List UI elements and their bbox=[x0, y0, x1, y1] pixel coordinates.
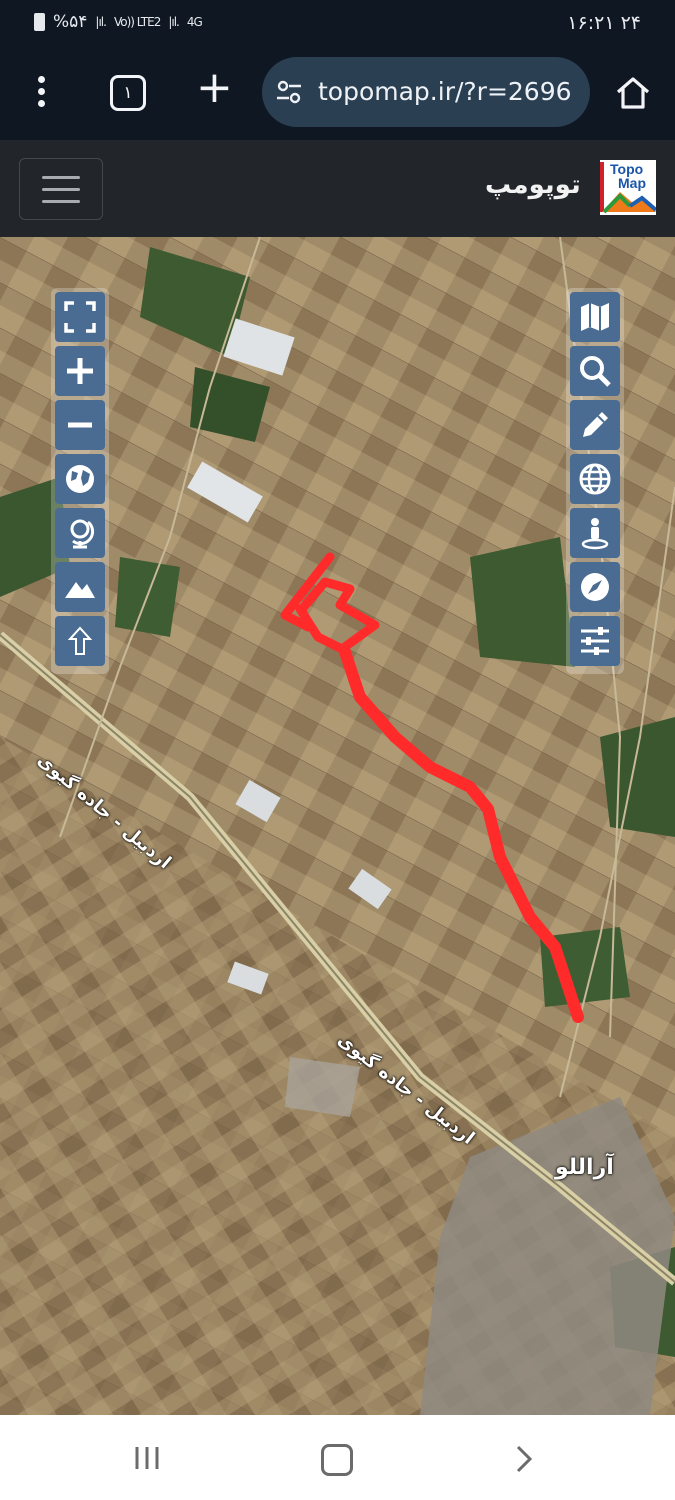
back-icon[interactable] bbox=[508, 1444, 538, 1474]
status-time: ۲۴ ۱۶:۲۱ bbox=[567, 12, 641, 34]
search-icon bbox=[580, 356, 611, 387]
fullscreen-icon bbox=[64, 301, 96, 333]
web-globe-icon bbox=[579, 463, 611, 495]
fullscreen-button[interactable] bbox=[55, 292, 105, 342]
village-label: آراللو bbox=[555, 1155, 614, 1180]
new-tab-button[interactable]: + bbox=[196, 66, 233, 110]
svg-text:Map: Map bbox=[618, 175, 646, 191]
compass-icon bbox=[581, 573, 609, 601]
arrow-up-button[interactable] bbox=[55, 616, 105, 666]
home-button-icon[interactable] bbox=[321, 1444, 353, 1476]
network-type: 4G bbox=[186, 15, 203, 29]
terrain-icon bbox=[65, 582, 95, 598]
satellite-map[interactable]: اردبیل - جاده گیوی اردبیل - جاده گیوی آر… bbox=[0, 237, 675, 1415]
map-icon bbox=[581, 303, 609, 331]
sliders-icon bbox=[581, 627, 609, 655]
more-icon[interactable] bbox=[38, 76, 48, 110]
search-button[interactable] bbox=[570, 346, 620, 396]
globe-icon bbox=[66, 465, 94, 493]
hamburger-menu-button[interactable] bbox=[19, 158, 103, 220]
volte-label: Vo)) LTE2 bbox=[113, 15, 161, 29]
recent-apps-icon[interactable] bbox=[134, 1445, 160, 1471]
topomap-logo[interactable]: Topo Map bbox=[600, 160, 656, 215]
signal-bars-icon: |ıl. bbox=[95, 15, 106, 29]
status-bar: %۵۴ |ıl. Vo)) LTE2 |ıl. 4G ۲۴ ۱۶:۲۱ bbox=[0, 0, 675, 50]
arrow-up-icon bbox=[67, 626, 93, 655]
globe-button[interactable] bbox=[55, 454, 105, 504]
zoom-out-icon bbox=[68, 422, 92, 428]
desk-globe-button[interactable] bbox=[55, 508, 105, 558]
site-title[interactable]: توپومپ bbox=[485, 170, 581, 200]
zoom-in-button[interactable] bbox=[55, 346, 105, 396]
system-nav-bar bbox=[0, 1415, 675, 1500]
zoom-out-button[interactable] bbox=[55, 400, 105, 450]
url-bar[interactable]: topomap.ir/?r=2696 bbox=[262, 57, 590, 127]
home-icon[interactable] bbox=[614, 74, 652, 112]
browser-toolbar: ۱ + topomap.ir/?r=2696 bbox=[0, 50, 675, 140]
site-settings-icon[interactable] bbox=[276, 79, 302, 105]
location-button[interactable] bbox=[570, 508, 620, 558]
battery-icon bbox=[34, 13, 45, 31]
map-toolbar-right bbox=[566, 288, 624, 674]
status-left: %۵۴ |ıl. Vo)) LTE2 |ıl. 4G bbox=[34, 12, 203, 32]
draw-button[interactable] bbox=[570, 400, 620, 450]
desk-globe-icon bbox=[70, 519, 95, 549]
signal-bars-2-icon: |ıl. bbox=[168, 15, 179, 29]
person-pin-icon bbox=[581, 518, 609, 550]
battery-level: %۵۴ bbox=[53, 12, 88, 32]
web-globe-button[interactable] bbox=[570, 454, 620, 504]
settings-sliders-button[interactable] bbox=[570, 616, 620, 666]
site-header: توپومپ bbox=[0, 140, 675, 237]
compass-button[interactable] bbox=[570, 562, 620, 612]
map-layers-button[interactable] bbox=[570, 292, 620, 342]
url-text: topomap.ir/?r=2696 bbox=[318, 77, 572, 106]
pencil-icon bbox=[583, 412, 608, 437]
map-toolbar-left bbox=[51, 288, 109, 674]
zoom-in-icon bbox=[67, 358, 93, 384]
terrain-button[interactable] bbox=[55, 562, 105, 612]
tabs-button[interactable]: ۱ bbox=[110, 75, 146, 111]
